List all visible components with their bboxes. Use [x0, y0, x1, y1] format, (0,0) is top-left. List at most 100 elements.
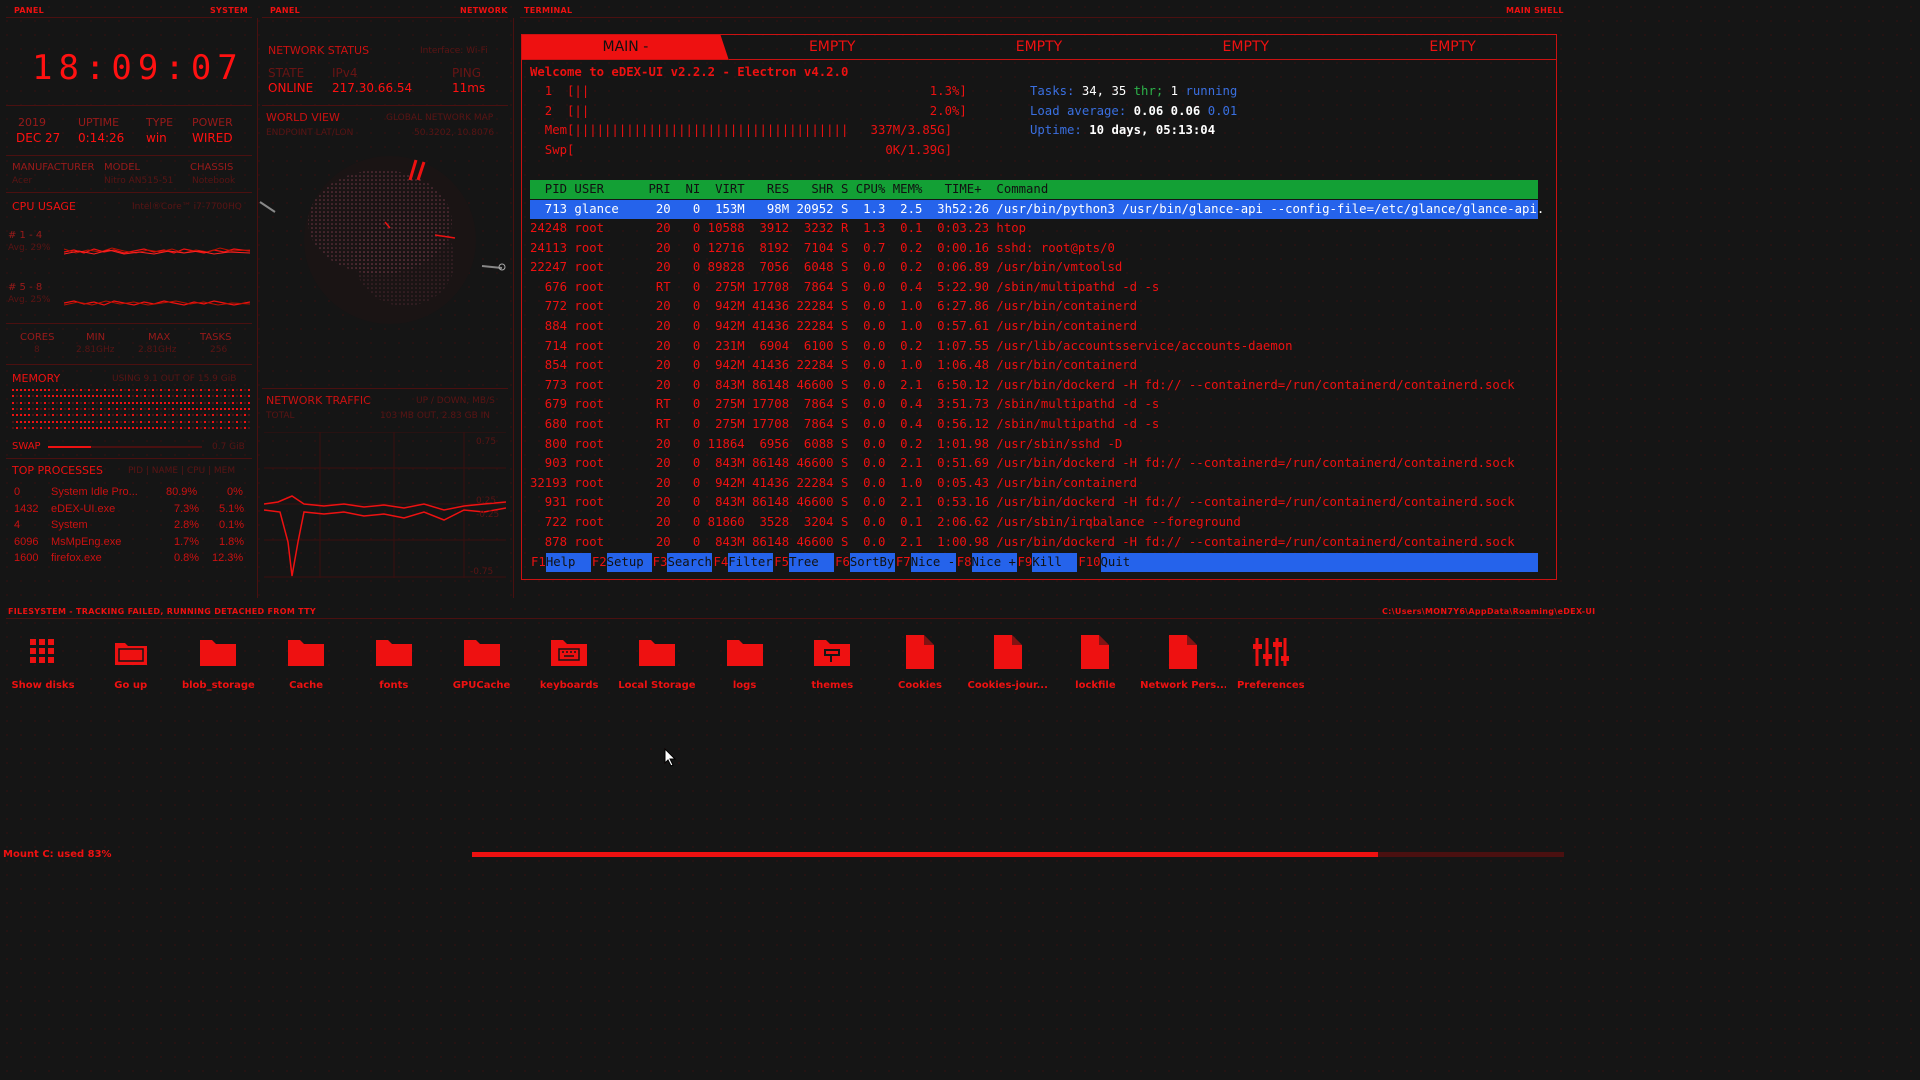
fkey-label: Tree: [789, 555, 819, 569]
settings-file-icon: [1228, 632, 1314, 672]
world-view-sub: GLOBAL NETWORK MAP: [386, 113, 494, 123]
file-item[interactable]: Local Storage: [614, 632, 700, 691]
model-value: Nitro AN515-51: [104, 176, 174, 186]
fkey-label: Filter: [728, 555, 773, 569]
htop-process-row[interactable]: 714 root 20 0 231M 6904 6100 S 0.0 0.2 1…: [530, 337, 1293, 357]
min-label: MIN: [86, 332, 106, 343]
htop-swap: Swp[ 0K/1.39G]: [530, 143, 952, 157]
fkey-f6[interactable]: F6 SortBy: [834, 553, 895, 572]
y-tick-mid-down: -0.25: [476, 510, 500, 520]
file-item[interactable]: Go up: [88, 632, 174, 691]
file-item[interactable]: Show disks: [0, 632, 86, 691]
file-item-name: GPUCache: [452, 680, 511, 691]
keyboard-folder-icon: [526, 632, 612, 672]
swap-label: SWAP: [12, 441, 41, 452]
file-icon: [1140, 632, 1226, 672]
fkey-f2[interactable]: F2 Setup: [590, 553, 652, 572]
top-processes-cols: PID | NAME | CPU | MEM: [128, 466, 236, 476]
file-item[interactable]: Network Pers...: [1140, 632, 1226, 691]
htop-process-row[interactable]: 773 root 20 0 843M 86148 46600 S 0.0 2.1…: [530, 376, 1515, 396]
htop-tasks: Tasks: 34, 35 thr; 1 running: [1030, 84, 1238, 98]
htop-process-row[interactable]: 679 root RT 0 275M 17708 7864 S 0.0 0.4 …: [530, 395, 1160, 415]
file-icon: [965, 632, 1051, 672]
fkey-f9[interactable]: F9 Kill: [1016, 553, 1078, 572]
network-traffic-sub: UP / DOWN, MB/S: [416, 396, 495, 406]
htop-process-row[interactable]: 680 root RT 0 275M 17708 7864 S 0.0 0.4 …: [530, 415, 1160, 435]
fkey-f10[interactable]: F10 Quit: [1077, 553, 1130, 572]
file-item[interactable]: Preferences: [1228, 632, 1314, 691]
filesystem-path: C:\Users\MON7Y6\AppData\Roaming\eDEX-UI: [1382, 607, 1596, 616]
htop-process-row[interactable]: 24113 root 20 0 12716 8192 7104 S 0.7 0.…: [530, 239, 1115, 259]
memory-title: MEMORY: [12, 372, 61, 385]
htop-mem: Mem[||||||||||||||||||||||||||||||||||||…: [530, 123, 952, 137]
endpoint-label: ENDPOINT LAT/LON: [266, 128, 354, 138]
network-status-title: NETWORK STATUS: [268, 44, 370, 57]
folder-icon: [263, 632, 349, 672]
tab-main[interactable]: MAIN -: [522, 35, 729, 60]
fkey-key: F4: [712, 553, 729, 572]
fkey-key: F6: [834, 553, 850, 572]
fkey-f1[interactable]: F1 Help: [530, 553, 591, 572]
htop-process-row[interactable]: 854 root 20 0 942M 41436 22284 S 0.0 1.0…: [530, 356, 1137, 376]
file-item[interactable]: Cookies-jour...: [965, 632, 1051, 691]
htop-process-row[interactable]: 931 root 20 0 843M 86148 46600 S 0.0 2.1…: [530, 493, 1515, 513]
fkey-f5[interactable]: F5 Tree: [773, 553, 834, 572]
htop-process-row[interactable]: 772 root 20 0 942M 41436 22284 S 0.0 1.0…: [530, 297, 1137, 317]
fkey-f8[interactable]: F8 Nice +: [955, 553, 1017, 572]
htop-process-row[interactable]: 676 root RT 0 275M 17708 7864 S 0.0 0.4 …: [530, 278, 1160, 298]
file-item[interactable]: logs: [702, 632, 788, 691]
memory-info: USING 9.1 OUT OF 15.9 GiB: [112, 374, 237, 384]
folder-icon: [702, 632, 788, 672]
htop-process-row[interactable]: 878 root 20 0 843M 86148 46600 S 0.0 2.1…: [530, 533, 1515, 553]
file-item-name: Show disks: [11, 680, 75, 691]
htop-process-row[interactable]: 884 root 20 0 942M 41436 22284 S 0.0 1.0…: [530, 317, 1137, 337]
file-item[interactable]: keyboards: [526, 632, 612, 691]
tab-empty-3[interactable]: EMPTY: [1142, 35, 1350, 60]
htop-process-row[interactable]: 32193 root 20 0 942M 41436 22284 S 0.0 1…: [530, 474, 1137, 494]
htop-process-row[interactable]: 22247 root 20 0 89828 7056 6048 S 0.0 0.…: [530, 258, 1122, 278]
top-process-list: 0 System Idle Pro... 80.9% 0% 1432 eDEX-UI.e…: [14, 484, 250, 567]
htop-process-row[interactable]: 24248 root 20 0 10588 3912 3232 R 1.3 0.…: [530, 219, 1026, 239]
file-item-name: Cookies-jour...: [967, 680, 1048, 691]
fkey-f4[interactable]: F4 Filter: [712, 553, 773, 572]
htop-process-row[interactable]: 903 root 20 0 843M 86148 46600 S 0.0 2.1…: [530, 454, 1515, 474]
htop-selected-row[interactable]: 713 glance 20 0 153M 98M 20952 S 1.3 2.5…: [530, 200, 1544, 219]
htop-header[interactable]: PID USER PRI NI VIRT RES SHR S CPU% MEM%…: [530, 180, 1538, 199]
fkey-f7[interactable]: F7 Nice -: [894, 553, 956, 572]
fkey-key: F3: [651, 553, 668, 572]
folder-icon: [351, 632, 437, 672]
cpu-group2-label: # 5 - 8: [8, 282, 43, 293]
network-traffic-title: NETWORK TRAFFIC: [266, 394, 371, 407]
terminal-window[interactable]: MAIN - EMPTY EMPTY EMPTY EMPTY Welcome t…: [521, 34, 1557, 580]
htop-process-row[interactable]: 722 root 20 0 81860 3528 3204 S 0.0 0.1 …: [530, 513, 1241, 533]
fkey-label: Help: [545, 555, 576, 569]
file-item[interactable]: themes: [789, 632, 875, 691]
file-item-name: Local Storage: [618, 680, 696, 691]
file-item[interactable]: blob_storage: [175, 632, 261, 691]
tab-empty-4[interactable]: EMPTY: [1349, 35, 1556, 60]
state-label: STATE: [268, 66, 305, 80]
file-item[interactable]: Cache: [263, 632, 349, 691]
panel-title-system: SYSTEM: [210, 6, 248, 15]
top-process-row: 4 System 2.8% 0.1%: [14, 519, 245, 531]
tab-empty-1[interactable]: EMPTY: [728, 35, 936, 60]
file-item[interactable]: fonts: [351, 632, 437, 691]
top-process-row: 6096 MsMpEng.exe 1.7% 1.8%: [14, 535, 245, 548]
terminal-title: MAIN SHELL: [1506, 6, 1564, 15]
cpu-graph-1: [64, 247, 250, 255]
file-icon: [1052, 632, 1138, 672]
file-item[interactable]: lockfile: [1052, 632, 1138, 691]
y-tick-bottom: -0.75: [470, 567, 494, 577]
uptime-value: 0:14:26: [78, 131, 125, 145]
file-item[interactable]: GPUCache: [439, 632, 525, 691]
htop-uptime: Uptime: 10 days, 05:13:04: [1030, 123, 1216, 137]
file-item-name: themes: [811, 680, 854, 691]
fkey-f3[interactable]: F3 Search: [651, 553, 713, 572]
htop-process-row[interactable]: 800 root 20 0 11864 6956 6088 S 0.0 0.2 …: [530, 435, 1122, 455]
file-item-name: Cookies: [898, 680, 942, 691]
file-item[interactable]: Cookies: [877, 632, 963, 691]
folder-icon: [439, 632, 525, 672]
cpu-group2-avg: Avg. 25%: [8, 295, 51, 305]
file-item-name: Cache: [289, 680, 324, 691]
tab-empty-2[interactable]: EMPTY: [935, 35, 1143, 60]
